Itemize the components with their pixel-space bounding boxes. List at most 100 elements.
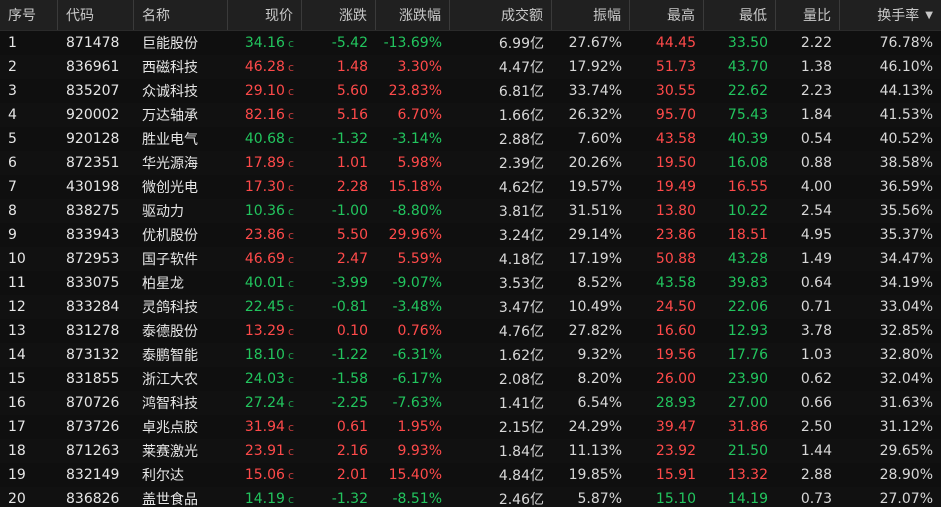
cell-idx-value: 10	[8, 251, 26, 267]
cell-idx: 13	[0, 319, 58, 343]
table-row[interactable]: 12 833284 灵鸽科技 22.45 c -0.81 -3.48% 3.47亿 10.49%…	[0, 295, 941, 319]
header-cell-change[interactable]: 涨跌	[302, 0, 376, 30]
cell-idx: 4	[0, 103, 58, 127]
table-row[interactable]: 15 831855 浙江大农 24.03 c -1.58 -6.17% 2.08亿 8.20% 2…	[0, 367, 941, 391]
cell-amplitude: 5.87%	[552, 487, 630, 507]
cell-turnrate: 32.04%	[840, 367, 941, 391]
table-row[interactable]: 8 838275 驱动力 10.36 c -1.00 -8.80% 3.81亿 31.51% 13…	[0, 199, 941, 223]
header-cell-name[interactable]: 名称	[134, 0, 228, 30]
table-row[interactable]: 7 430198 微创光电 17.30 c 2.28 15.18% 4.62亿 19.57% 19…	[0, 175, 941, 199]
cell-pct-value: -6.31%	[392, 347, 442, 363]
table-row[interactable]: 19 832149 利尔达 15.06 c 2.01 15.40% 4.84亿 19.85% 15…	[0, 463, 941, 487]
cell-turnover-value: 3.53亿	[498, 276, 544, 292]
table-row[interactable]: 14 873132 泰鹏智能 18.10 c -1.22 -6.31% 1.62亿 9.32% 1…	[0, 343, 941, 367]
cell-idx: 1	[0, 31, 58, 55]
cell-volratio: 0.71	[776, 295, 840, 319]
table-row[interactable]: 6 872351 华光源海 17.89 c 1.01 5.98% 2.39亿 20.26% 19.…	[0, 151, 941, 175]
cell-turnover: 1.66亿	[450, 103, 552, 127]
cell-high-value: 43.58	[655, 131, 696, 147]
cell-low-value: 10.22	[727, 203, 768, 219]
cell-idx: 5	[0, 127, 58, 151]
cell-name: 卓兆点胶	[134, 415, 228, 439]
cell-high-value: 16.60	[655, 323, 696, 339]
cell-code: 836826	[58, 487, 134, 507]
cell-high: 15.10	[630, 487, 704, 507]
cell-price: 23.91 c	[228, 439, 302, 463]
cell-idx: 14	[0, 343, 58, 367]
cell-high-value: 50.88	[655, 251, 696, 267]
cell-name: 胜业电气	[134, 127, 228, 151]
price-suffix: c	[287, 108, 294, 122]
cell-code: 871263	[58, 439, 134, 463]
cell-turnover-value: 4.47亿	[498, 60, 544, 76]
cell-code-value: 836826	[66, 491, 120, 507]
cell-code-value: 832149	[66, 467, 120, 483]
cell-change: 5.16	[302, 103, 376, 127]
cell-amplitude-value: 17.92%	[568, 59, 622, 75]
cell-pct: -13.69%	[376, 31, 450, 55]
table-row[interactable]: 10 872953 国子软件 46.69 c 2.47 5.59% 4.18亿 17.19% 50…	[0, 247, 941, 271]
table-row[interactable]: 17 873726 卓兆点胶 31.94 c 0.61 1.95% 2.15亿 24.29% 39…	[0, 415, 941, 439]
cell-turnover: 3.24亿	[450, 223, 552, 247]
cell-price: 34.16 c	[228, 31, 302, 55]
cell-volratio-value: 4.00	[800, 179, 832, 195]
header-cell-idx[interactable]: 序号	[0, 0, 58, 30]
cell-price-value: 40.01	[244, 275, 285, 291]
header-cell-amplitude[interactable]: 振幅	[552, 0, 630, 30]
cell-price-value: 14.19	[244, 491, 285, 507]
table-row[interactable]: 3 835207 众诚科技 29.10 c 5.60 23.83% 6.81亿 33.74% 30…	[0, 79, 941, 103]
cell-high: 26.00	[630, 367, 704, 391]
cell-code: 920002	[58, 103, 134, 127]
cell-change-value: 1.01	[336, 155, 368, 171]
cell-turnover-value: 6.81亿	[498, 84, 544, 100]
cell-change: 5.60	[302, 79, 376, 103]
cell-pct: 29.96%	[376, 223, 450, 247]
table-row[interactable]: 16 870726 鸿智科技 27.24 c -2.25 -7.63% 1.41亿 6.54% 2…	[0, 391, 941, 415]
header-cell-pct[interactable]: 涨跌幅	[376, 0, 450, 30]
cell-code: 832149	[58, 463, 134, 487]
header-cell-volratio[interactable]: 量比	[776, 0, 840, 30]
header-cell-code[interactable]: 代码	[58, 0, 134, 30]
cell-code-value: 873132	[66, 347, 120, 363]
table-row[interactable]: 1 871478 巨能股份 34.16 c -5.42 -13.69% 6.99亿 27.67%…	[0, 31, 941, 55]
cell-name-value: 优机股份	[142, 228, 198, 244]
cell-low-value: 31.86	[727, 419, 768, 435]
cell-low: 43.70	[704, 55, 776, 79]
header-cell-turnrate[interactable]: 换手率 ▼	[840, 0, 941, 30]
cell-pct-value: -8.80%	[392, 203, 442, 219]
cell-high-value: 28.93	[655, 395, 696, 411]
cell-turnover-value: 2.08亿	[498, 372, 544, 388]
cell-low: 40.39	[704, 127, 776, 151]
cell-volratio: 0.64	[776, 271, 840, 295]
table-row[interactable]: 20 836826 盖世食品 14.19 c -1.32 -8.51% 2.46亿 5.87% 1…	[0, 487, 941, 507]
cell-volratio: 2.22	[776, 31, 840, 55]
header-cell-price[interactable]: 现价	[228, 0, 302, 30]
header-cell-low[interactable]: 最低	[704, 0, 776, 30]
table-row[interactable]: 11 833075 柏星龙 40.01 c -3.99 -9.07% 3.53亿 8.52% 43…	[0, 271, 941, 295]
cell-name-value: 泰德股份	[142, 324, 198, 340]
cell-change: 0.10	[302, 319, 376, 343]
table-row[interactable]: 18 871263 莱赛激光 23.91 c 2.16 9.93% 1.84亿 11.13% 23…	[0, 439, 941, 463]
cell-volratio-value: 0.64	[800, 275, 832, 291]
cell-change: 5.50	[302, 223, 376, 247]
cell-pct: 3.30%	[376, 55, 450, 79]
table-row[interactable]: 5 920128 胜业电气 40.68 c -1.32 -3.14% 2.88亿 7.60% 43…	[0, 127, 941, 151]
table-row[interactable]: 9 833943 优机股份 23.86 c 5.50 29.96% 3.24亿 29.14% 23…	[0, 223, 941, 247]
header-cell-turnover[interactable]: 成交额	[450, 0, 552, 30]
price-suffix: c	[287, 228, 294, 242]
cell-name-value: 浙江大农	[142, 372, 198, 388]
cell-low-value: 12.93	[727, 323, 768, 339]
cell-name: 浙江大农	[134, 367, 228, 391]
cell-name: 微创光电	[134, 175, 228, 199]
header-cell-high[interactable]: 最高	[630, 0, 704, 30]
cell-amplitude: 24.29%	[552, 415, 630, 439]
cell-idx: 9	[0, 223, 58, 247]
table-row[interactable]: 2 836961 西磁科技 46.28 c 1.48 3.30% 4.47亿 17.92% 51.…	[0, 55, 941, 79]
cell-turnrate: 34.19%	[840, 271, 941, 295]
sort-desc-icon[interactable]: ▼	[925, 10, 933, 21]
table-row[interactable]: 13 831278 泰德股份 13.29 c 0.10 0.76% 4.76亿 27.82% 16…	[0, 319, 941, 343]
cell-code-value: 873726	[66, 419, 120, 435]
cell-volratio: 1.49	[776, 247, 840, 271]
cell-change: -3.99	[302, 271, 376, 295]
table-row[interactable]: 4 920002 万达轴承 82.16 c 5.16 6.70% 1.66亿 26.32% 95.…	[0, 103, 941, 127]
